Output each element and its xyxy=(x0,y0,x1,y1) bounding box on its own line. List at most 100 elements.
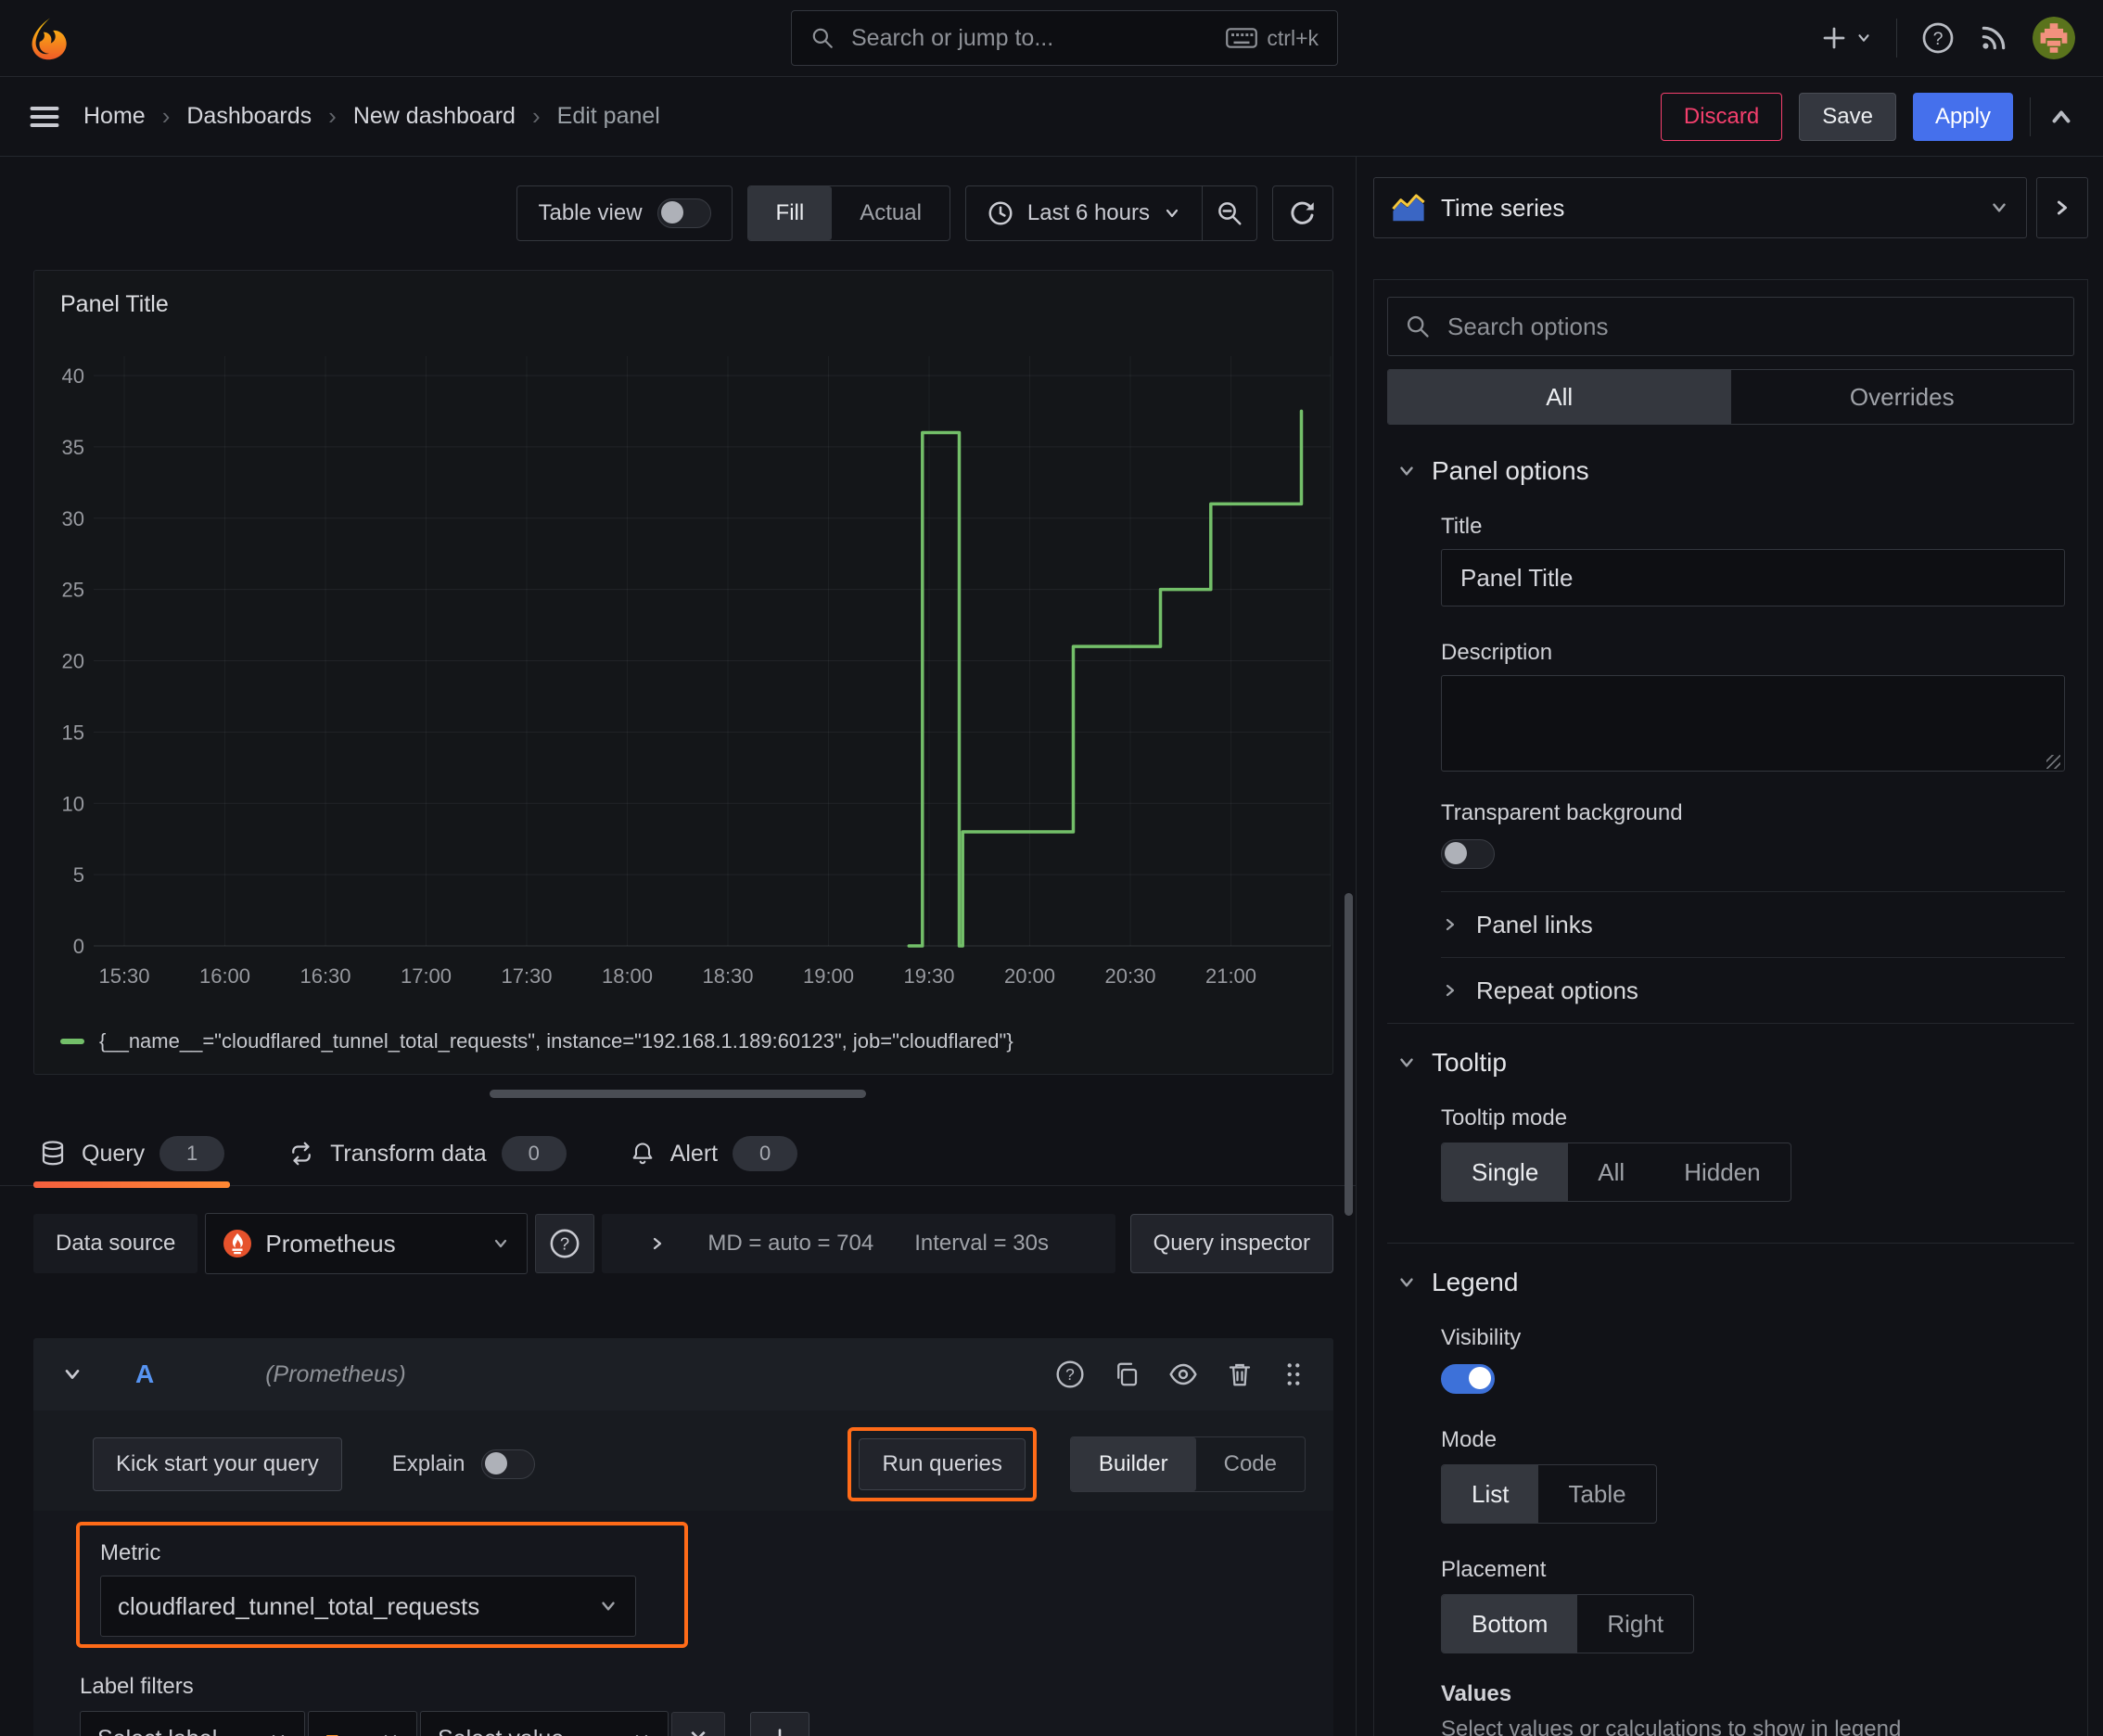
kick-start-button[interactable]: Kick start your query xyxy=(93,1437,342,1491)
legend-mode-list[interactable]: List xyxy=(1442,1465,1539,1523)
datasource-name: Prometheus xyxy=(265,1229,396,1257)
builder-option[interactable]: Builder xyxy=(1070,1437,1196,1491)
drag-handle-icon[interactable] xyxy=(1281,1360,1306,1388)
save-button[interactable]: Save xyxy=(1799,92,1896,141)
query-row-header[interactable]: A (Prometheus) ? xyxy=(33,1338,1333,1410)
table-view-switch[interactable] xyxy=(656,198,711,228)
tab-overrides[interactable]: Overrides xyxy=(1731,370,2074,424)
legend-mode-segmented: List Table xyxy=(1441,1464,1657,1524)
resize-handle[interactable] xyxy=(490,1090,866,1098)
visualization-picker[interactable]: Time series xyxy=(1373,177,2027,238)
main-scrollbar[interactable] xyxy=(1345,893,1353,1216)
tab-query[interactable]: Query 1 xyxy=(33,1122,231,1188)
panel-title[interactable]: Panel Title xyxy=(60,291,169,318)
add-filter-button[interactable] xyxy=(750,1712,809,1736)
chevron-right-icon xyxy=(1446,984,1455,997)
explain-switch[interactable] xyxy=(481,1449,536,1479)
refresh-icon xyxy=(1291,201,1314,224)
resize-corner-icon[interactable] xyxy=(2046,755,2060,769)
grip-icon xyxy=(1287,1363,1300,1385)
search-input[interactable] xyxy=(849,23,1212,53)
panel-title-input[interactable] xyxy=(1441,549,2065,606)
grafana-logo-icon[interactable] xyxy=(28,16,72,60)
collapse-sidebar-button[interactable] xyxy=(2036,177,2088,238)
datasource-help-button[interactable]: ? xyxy=(535,1214,595,1273)
code-option[interactable]: Code xyxy=(1196,1437,1305,1491)
panel-options-header[interactable]: Panel options xyxy=(1387,456,2074,486)
query-inspector-button[interactable]: Query inspector xyxy=(1129,1214,1333,1273)
select-value-dropdown[interactable]: Select value xyxy=(420,1711,669,1736)
run-queries-annotation: Run queries xyxy=(848,1427,1037,1501)
select-label-dropdown[interactable]: Select label xyxy=(80,1711,305,1736)
zoom-out-button[interactable] xyxy=(1203,186,1256,240)
delete-query-button[interactable] xyxy=(1226,1360,1254,1388)
collapse-header-button[interactable] xyxy=(2047,103,2075,131)
toggle-visibility-button[interactable] xyxy=(1168,1359,1198,1389)
label-filters-row: Select label = Select value ✕ xyxy=(80,1711,1306,1736)
menu-button[interactable] xyxy=(28,103,61,131)
panel-toolbar: Table view Fill Actual Last 6 hours xyxy=(0,185,1333,241)
description-textarea[interactable] xyxy=(1441,675,2065,772)
legend-placement-bottom[interactable]: Bottom xyxy=(1442,1595,1578,1653)
metric-label: Metric xyxy=(100,1540,161,1565)
breadcrumb-bar: Home › Dashboards › New dashboard › Edit… xyxy=(0,77,2103,157)
tab-all[interactable]: All xyxy=(1388,370,1731,424)
breadcrumb-home[interactable]: Home xyxy=(83,103,146,130)
operator-dropdown[interactable]: = xyxy=(308,1711,417,1736)
legend-visibility-switch[interactable] xyxy=(1441,1364,1495,1394)
actual-option[interactable]: Actual xyxy=(832,186,950,240)
legend-placement-right[interactable]: Right xyxy=(1577,1595,1693,1653)
refresh-button[interactable] xyxy=(1273,186,1332,240)
query-help-button[interactable]: ? xyxy=(1055,1359,1085,1389)
eye-icon xyxy=(1169,1363,1197,1385)
remove-filter-button[interactable]: ✕ xyxy=(671,1712,725,1736)
breadcrumb-dashboards[interactable]: Dashboards xyxy=(186,103,312,130)
database-icon xyxy=(42,1141,64,1166)
panel-links-row[interactable]: Panel links xyxy=(1441,891,2065,957)
apply-button[interactable]: Apply xyxy=(1912,92,2013,141)
add-new-button[interactable] xyxy=(1820,24,1872,52)
svg-text:19:00: 19:00 xyxy=(803,964,854,988)
fill-option[interactable]: Fill xyxy=(747,186,833,240)
timeseries-chart[interactable]: 0 5 10 15 20 25 30 35 40 15:30 16:00 16:30 17:00 17:3… xyxy=(34,330,1332,1007)
help-icon: ? xyxy=(550,1229,580,1258)
svg-text:?: ? xyxy=(1065,1365,1075,1384)
metric-select[interactable]: cloudflared_tunnel_total_requests xyxy=(100,1576,636,1637)
legend-mode-table[interactable]: Table xyxy=(1538,1465,1655,1523)
operator-value: = xyxy=(325,1726,339,1736)
tab-alert[interactable]: Alert 0 xyxy=(624,1122,803,1185)
legend-header[interactable]: Legend xyxy=(1387,1268,2074,1297)
tooltip-mode-hidden[interactable]: Hidden xyxy=(1654,1143,1790,1201)
tab-transform-data[interactable]: Transform data 0 xyxy=(282,1122,572,1185)
discard-button[interactable]: Discard xyxy=(1660,92,1783,141)
breadcrumb-new-dashboard[interactable]: New dashboard xyxy=(353,103,516,130)
help-button[interactable]: ? xyxy=(1921,21,1955,55)
tab-alert-label: Alert xyxy=(669,1140,719,1167)
svg-text:18:00: 18:00 xyxy=(602,964,653,988)
news-button[interactable] xyxy=(1979,23,2008,53)
repeat-options-row[interactable]: Repeat options xyxy=(1441,957,2065,1023)
bell-icon xyxy=(632,1142,653,1165)
tooltip-mode-all[interactable]: All xyxy=(1568,1143,1654,1201)
chevron-down-icon xyxy=(1166,209,1179,218)
duplicate-query-button[interactable] xyxy=(1113,1360,1141,1388)
datasource-picker[interactable]: Prometheus xyxy=(205,1213,529,1274)
title-label: Title xyxy=(1441,514,1483,539)
time-range-picker[interactable]: Last 6 hours xyxy=(966,186,1202,240)
legend-series-label[interactable]: {__name__="cloudflared_tunnel_total_requ… xyxy=(99,1029,1013,1053)
svg-text:35: 35 xyxy=(62,436,84,459)
options-search-input[interactable] xyxy=(1446,311,2057,342)
legend-placement-label: Placement xyxy=(1441,1557,1547,1582)
transparent-background-switch[interactable] xyxy=(1441,839,1495,869)
tooltip-mode-single[interactable]: Single xyxy=(1442,1143,1569,1201)
divider xyxy=(1896,19,1897,57)
global-search[interactable]: ctrl+k xyxy=(791,10,1338,66)
run-queries-button[interactable]: Run queries xyxy=(859,1438,1026,1490)
fill-actual-segmented: Fill Actual xyxy=(746,185,950,241)
avatar[interactable] xyxy=(2033,17,2075,59)
options-search[interactable] xyxy=(1387,297,2074,356)
label-filters-label: Label filters xyxy=(80,1674,194,1699)
query-options-bar[interactable]: MD = auto = 704 Interval = 30s xyxy=(602,1214,1115,1273)
divider xyxy=(2030,96,2031,136)
tooltip-header[interactable]: Tooltip xyxy=(1387,1048,2074,1078)
